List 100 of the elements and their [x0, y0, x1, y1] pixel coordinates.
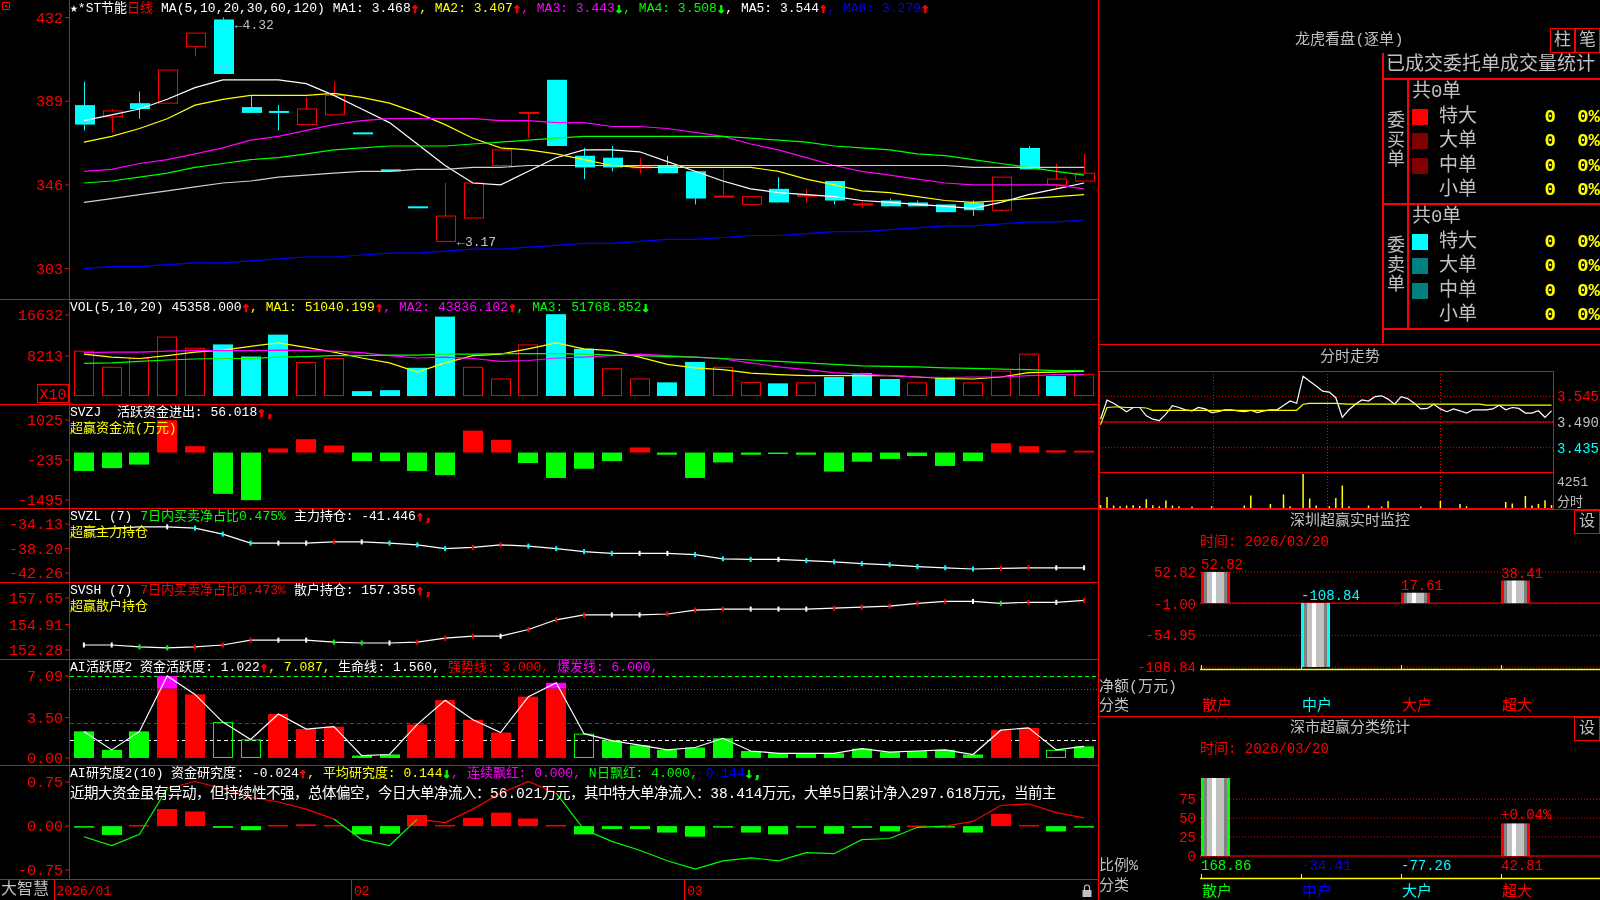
axis-title: 比例% [1099, 858, 1138, 875]
point-marker [999, 565, 1002, 571]
fund-flow-bar [1019, 446, 1039, 453]
candlestick [519, 111, 539, 139]
axis-label: 389 [36, 94, 63, 112]
order-size-label: 大单 [1439, 253, 1477, 279]
point-marker [444, 635, 447, 641]
research-bar [546, 824, 566, 827]
order-count: 0 [1543, 178, 1556, 204]
point-marker [610, 550, 613, 556]
point-marker [388, 540, 391, 546]
view-toggle-button[interactable]: 柱 [1550, 28, 1575, 53]
candlestick [992, 176, 1012, 213]
trend-arrow: ↑, [415, 509, 433, 524]
fund-flow-bar [185, 446, 205, 453]
candlestick [242, 94, 262, 113]
value-annotation: +0.04% [1501, 807, 1552, 824]
point-marker [416, 542, 419, 548]
fund-flow-bar [907, 452, 927, 457]
point-marker [777, 606, 780, 612]
activity-bar [630, 745, 650, 758]
activity-bar [768, 753, 788, 758]
volume-bar [630, 378, 650, 396]
date-label: 2026/01 [56, 884, 112, 899]
volume-bar [602, 368, 622, 396]
scale-label: 4251 [1557, 475, 1589, 490]
time-label: 时间: 2026/03/20 [1199, 534, 1330, 550]
axis-label: 346 [36, 177, 63, 195]
point-marker [972, 598, 974, 604]
indicator-text: MA(5,10,20,30,60,120) MA1: 3.468 [160, 1, 411, 16]
category-label: 大户 [1402, 884, 1432, 900]
axis-label: 0.00 [27, 750, 63, 765]
value-label: -34.41 [1301, 858, 1352, 874]
point-marker [721, 606, 724, 612]
point-marker [860, 604, 863, 610]
value-label: 38.41 [1501, 565, 1543, 582]
point-marker [249, 540, 252, 546]
point-marker [305, 637, 308, 643]
axis-label: -38.20 [9, 541, 63, 559]
indicator-name: 超赢散户持仓 [70, 599, 148, 614]
axis-label: 154.91 [9, 617, 63, 635]
activity-bar [268, 714, 288, 758]
settings-button[interactable]: 设 [1574, 717, 1600, 741]
research-bar [129, 824, 149, 827]
point-marker [221, 531, 224, 537]
indicator-text: , 7.087, [268, 660, 331, 675]
order-count: 0 [1543, 129, 1556, 155]
axis-label: -108.84 [1137, 660, 1196, 676]
volume-bar [1019, 353, 1039, 396]
fund-flow-bar [268, 448, 288, 453]
point-marker [1083, 565, 1086, 571]
research-bar [518, 818, 538, 827]
activity-bar [852, 748, 872, 758]
candlestick [631, 157, 651, 174]
fund-flow-bar [74, 452, 94, 471]
settings-button[interactable]: 设 [1574, 510, 1600, 534]
point-marker [1027, 599, 1030, 605]
fund-flow-bar [630, 447, 650, 453]
point-marker [444, 546, 447, 552]
activity-bar [991, 730, 1011, 758]
trend-arrow: ↑, [257, 405, 275, 420]
trend-arrow: ↑ [410, 1, 420, 16]
research-bar [1019, 824, 1039, 827]
activity-bar [74, 731, 94, 758]
fund-flow-bar [991, 443, 1011, 453]
research-bar [824, 826, 844, 834]
research-bar [574, 826, 594, 835]
trend-arrow: ↑ [508, 300, 517, 315]
point-marker [972, 566, 974, 572]
activity-bar [824, 753, 844, 758]
activity-bar [1019, 727, 1039, 758]
indicator-text: ★*ST节能 [70, 1, 128, 16]
fund-flow-bar [546, 452, 566, 478]
indicator-text: , MA5: 3.544 [725, 1, 819, 16]
point-marker [499, 633, 502, 639]
axis-label: 16632 [18, 308, 63, 325]
activity-bar [796, 753, 816, 758]
volume-bar [74, 350, 94, 396]
value-label: 17.61 [1401, 577, 1443, 594]
indicator-text: AI研究度2(10) 资金研究度: -0.024 [70, 766, 299, 781]
activity-bar [1074, 746, 1094, 758]
point-marker [916, 564, 919, 570]
research-bar [463, 817, 483, 827]
activity-bar [907, 751, 927, 758]
activity-bar [574, 733, 594, 758]
point-marker [888, 562, 891, 568]
point-marker [749, 556, 752, 562]
axis-label: -54.95 [1145, 628, 1196, 645]
volume-bar [380, 390, 400, 396]
activity-bar [129, 731, 149, 758]
fund-flow-bar [407, 452, 427, 471]
fund-flow-bar [102, 452, 122, 469]
candlestick [769, 176, 789, 203]
candlestick [1020, 145, 1040, 170]
point-marker [1083, 597, 1086, 603]
axis-label: -235 [27, 453, 63, 470]
order-percent: 0% [1576, 278, 1600, 304]
table-title: 已成交委托单成交量统计 [1384, 53, 1600, 80]
view-toggle-button[interactable]: 笔 [1575, 28, 1600, 53]
indicator-text: N日飘红: 4.000, [587, 766, 698, 781]
